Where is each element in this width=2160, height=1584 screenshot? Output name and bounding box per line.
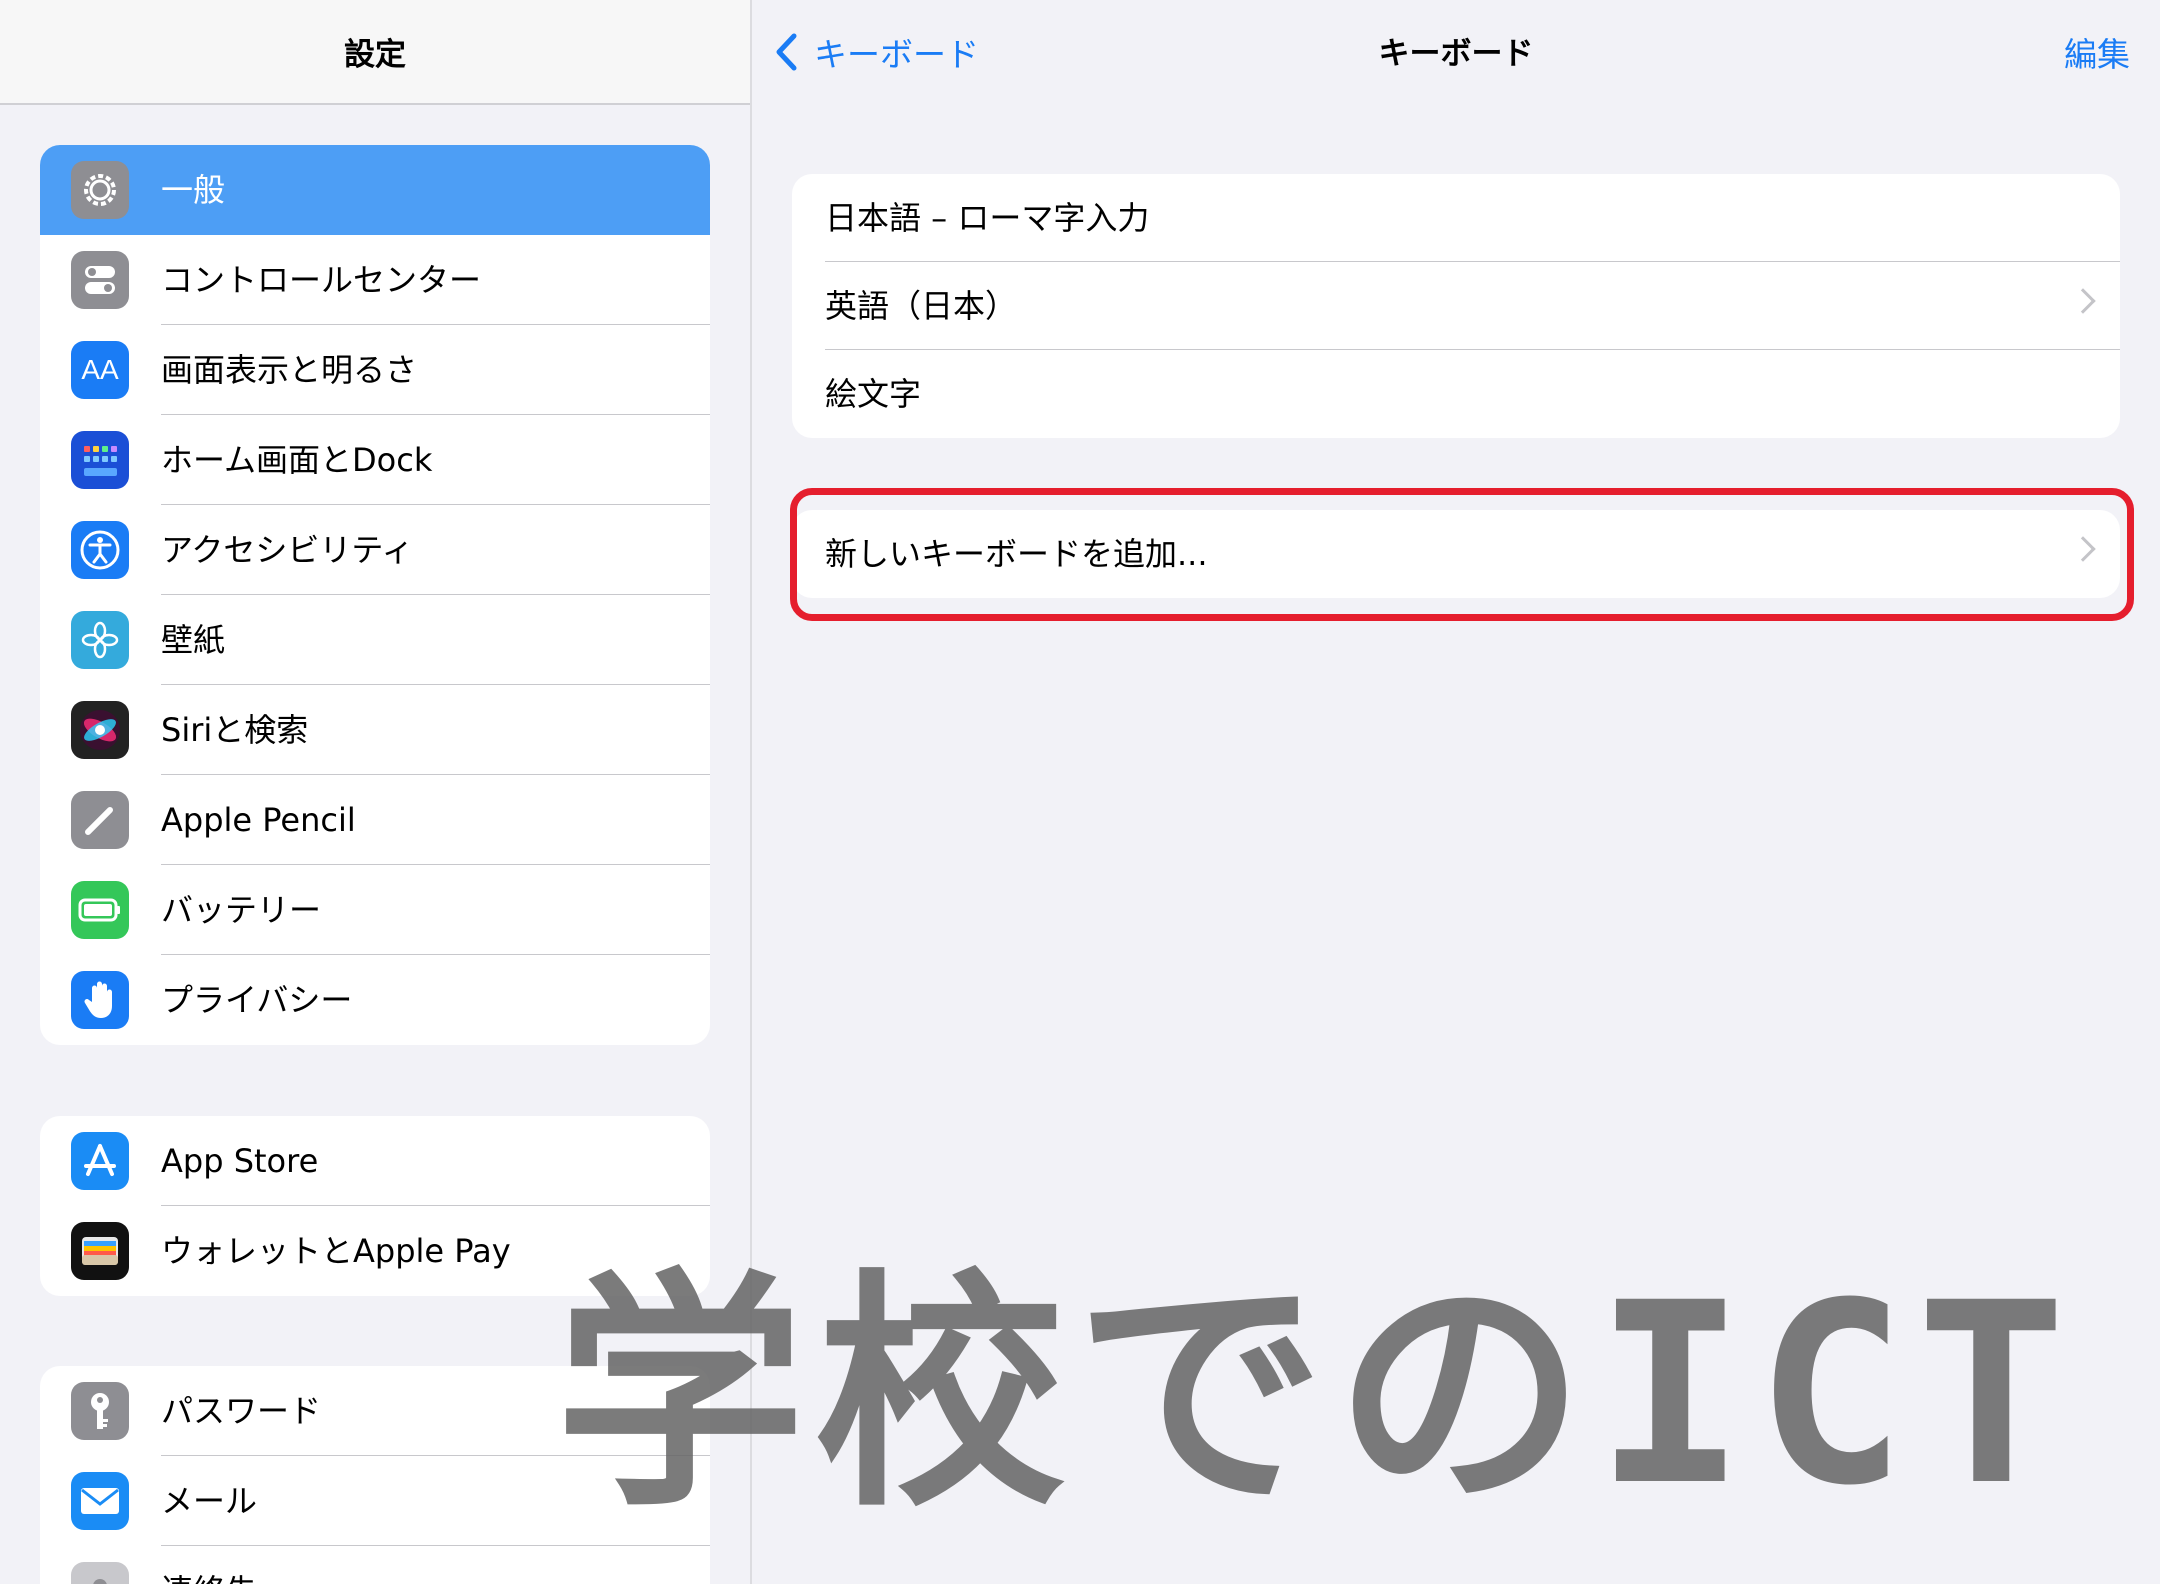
sidebar-item-flower[interactable]: 壁紙 (40, 595, 710, 685)
keyboard-list: 日本語 – ローマ字入力 英語（日本） 絵文字 (792, 174, 2120, 438)
watermark: 学校でのICT (555, 1249, 2077, 1540)
sidebar-item-app-store[interactable]: App Store (40, 1116, 710, 1206)
app-store-icon (71, 1132, 129, 1190)
keyboard-item-emoji[interactable]: 絵文字 (792, 350, 2120, 438)
add-keyboard-label: 新しいキーボードを追加... (825, 535, 1208, 573)
pencil-icon (71, 791, 129, 849)
sidebar-item-label: アクセシビリティ (161, 531, 414, 569)
add-keyboard-card: 新しいキーボードを追加... (792, 510, 2120, 598)
flower-icon (71, 611, 129, 669)
sidebar-item-home-grid[interactable]: ホーム画面とDock (40, 415, 710, 505)
sidebar-item-label: 連絡先 (161, 1546, 710, 1584)
sidebar-item-siri[interactable]: Siriと検索 (40, 685, 710, 775)
gear-icon (71, 161, 129, 219)
sidebar-item-label: Apple Pencil (161, 801, 356, 839)
sidebar-item-contacts[interactable]: 連絡先 (40, 1546, 710, 1584)
home-grid-icon (71, 431, 129, 489)
sidebar-item-label: コントロールセンター (161, 261, 482, 299)
sidebar-item-hand[interactable]: プライバシー (40, 955, 710, 1045)
accessibility-icon (71, 521, 129, 579)
sidebar-header: 設定 (0, 0, 750, 105)
settings-group-general: 一般コントロールセンター AA 画面表示と明るさ ホーム画面とDock アクセシビリティ… (40, 145, 710, 1045)
keyboard-item-label: 英語（日本） (825, 287, 1018, 325)
sidebar-item-gear[interactable]: 一般 (40, 145, 710, 235)
battery-icon (71, 881, 129, 939)
sidebar-item-battery[interactable]: バッテリー (40, 865, 710, 955)
sidebar-item-toggle-switches[interactable]: コントロールセンター (40, 235, 710, 325)
keyboard-item-label: 日本語 – ローマ字入力 (825, 199, 1150, 237)
sidebar-item-accessibility[interactable]: アクセシビリティ (40, 505, 710, 595)
keyboard-item-japanese[interactable]: 日本語 – ローマ字入力 (792, 174, 2120, 262)
sidebar-item-text-size[interactable]: AA 画面表示と明るさ (40, 325, 710, 415)
wallet-icon (71, 1222, 129, 1280)
keyboard-item-english[interactable]: 英語（日本） (792, 262, 2120, 350)
sidebar-item-pencil[interactable]: Apple Pencil (40, 775, 710, 865)
siri-icon (71, 701, 129, 759)
sidebar-title: 設定 (344, 37, 406, 73)
key-icon (71, 1382, 129, 1440)
hand-icon (71, 971, 129, 1029)
sidebar-item-label: 壁紙 (161, 621, 226, 659)
text-size-icon: AA (71, 341, 129, 399)
sidebar-item-label: App Store (161, 1142, 319, 1180)
sidebar-item-label: Siriと検索 (161, 711, 309, 749)
contacts-icon (71, 1562, 129, 1584)
mail-icon (71, 1472, 129, 1530)
keyboard-item-label: 絵文字 (825, 375, 922, 413)
chevron-right-icon (2070, 288, 2096, 314)
toggle-switches-icon (71, 251, 129, 309)
sidebar-item-label: 一般 (161, 171, 226, 209)
page-title: キーボード (1378, 36, 1534, 72)
sidebar-item-label: 画面表示と明るさ (161, 351, 418, 389)
sidebar-item-label: バッテリー (161, 891, 322, 929)
edit-button[interactable]: 編集 (2064, 28, 2130, 76)
sidebar-item-label: プライバシー (161, 981, 353, 1019)
sidebar-item-label: ホーム画面とDock (161, 441, 433, 479)
add-keyboard-button[interactable]: 新しいキーボードを追加... (792, 510, 2120, 598)
chevron-right-icon (2070, 536, 2096, 562)
